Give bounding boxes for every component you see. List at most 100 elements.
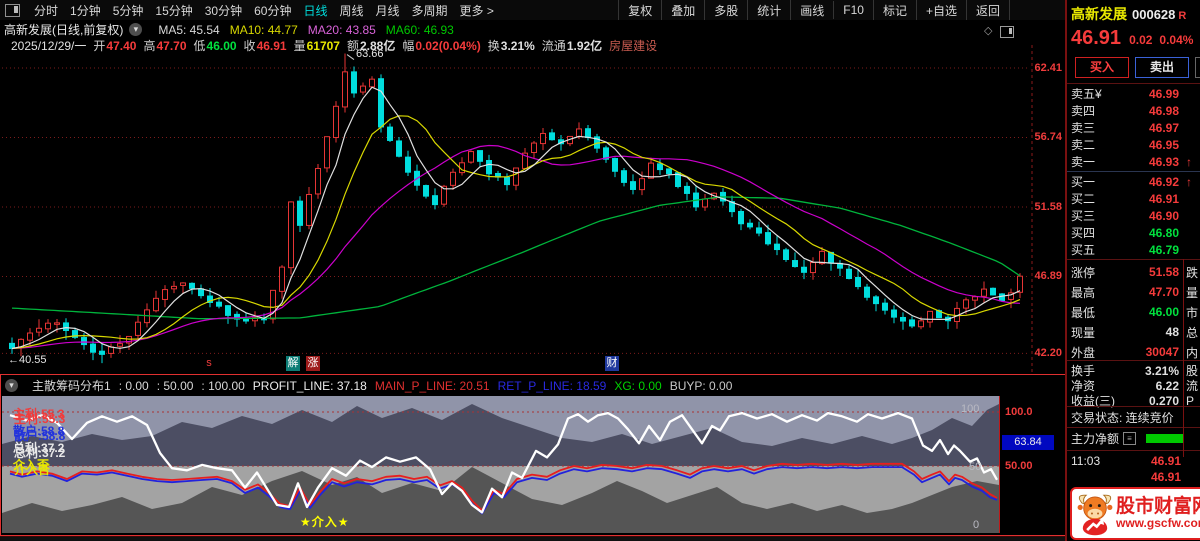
action-统计[interactable]: 统计	[747, 0, 790, 21]
main-net-flow-row: 主力净额 ≡	[1071, 430, 1185, 447]
price-axis-label: 46.89	[1034, 270, 1062, 283]
stat-next-column-cut: 内	[1186, 345, 1199, 360]
tab-多周期[interactable]: 多周期	[406, 2, 454, 20]
candle-body	[54, 322, 60, 325]
level-label: 买一	[1071, 175, 1096, 189]
tab-5分钟[interactable]: 5分钟	[107, 2, 150, 20]
candle-body	[612, 158, 618, 172]
level-price: 46.91	[1148, 191, 1179, 206]
candle-body	[792, 260, 798, 268]
candle-body	[639, 178, 645, 191]
candle-body	[666, 168, 672, 175]
candle-body	[990, 287, 996, 296]
candle-body	[333, 105, 339, 139]
tab-15分钟[interactable]: 15分钟	[149, 2, 198, 20]
candle-body	[657, 163, 663, 171]
event-marker-财[interactable]: 财	[605, 356, 619, 371]
ma-value: MA20: 43.85	[307, 22, 376, 37]
level-label: 卖四	[1071, 104, 1096, 118]
indicator-last-value-badge: 63.84	[1002, 435, 1054, 450]
indicator-pane[interactable]: ▾ 主散筹码分布1: 0.00: 50.00: 100.00 PROFIT_LIN…	[0, 374, 1066, 536]
tab-更多 >[interactable]: 更多 >	[454, 2, 500, 20]
candle-body	[450, 171, 456, 186]
diamond-icon[interactable]: ◇	[984, 24, 992, 37]
tab-日线[interactable]: 日线	[297, 2, 333, 20]
candle-body	[90, 343, 96, 353]
quote-panel: 高新发展 000628 R 46.91 0.02 0.04% 买入 卖出 卖五¥…	[1067, 0, 1200, 541]
level-price: 46.98	[1148, 103, 1179, 118]
main-candlestick-chart[interactable]	[0, 45, 1066, 372]
main-net-label: 主力净额	[1071, 432, 1120, 446]
tab-30分钟[interactable]: 30分钟	[199, 2, 248, 20]
candle-body	[423, 185, 429, 197]
split-window-icon[interactable]	[1000, 26, 1014, 38]
tab-1分钟[interactable]: 1分钟	[64, 2, 107, 20]
candle-body	[405, 156, 411, 173]
candle-body	[387, 126, 393, 141]
stat-row: 涨停 51.58 跌	[1067, 262, 1200, 282]
tab-分时[interactable]: 分时	[28, 2, 64, 20]
action-多股[interactable]: 多股	[704, 0, 747, 21]
candle-body	[198, 288, 204, 297]
level-label: 买五	[1071, 243, 1096, 257]
quote-level-row: 买四 46.80	[1067, 224, 1200, 241]
indicator-header-part: MAIN_P_LINE: 20.51	[374, 378, 490, 393]
action-+自选[interactable]: +自选	[915, 0, 966, 21]
candle-body	[702, 198, 708, 208]
action-叠加[interactable]: 叠加	[661, 0, 704, 21]
site-logo-card[interactable]: 股市财富网 www.gscfw.com	[1070, 487, 1200, 540]
net-flow-bar	[1146, 434, 1185, 443]
candle-body	[684, 185, 690, 194]
action-F10[interactable]: F10	[833, 1, 873, 19]
list-icon[interactable]: ≡	[1123, 432, 1137, 445]
indicator-overlay-label: 介入否	[13, 458, 50, 472]
more-button-stub[interactable]	[1195, 57, 1200, 78]
candle-body	[279, 266, 285, 292]
tab-60分钟[interactable]: 60分钟	[248, 2, 297, 20]
stat-value: 48	[1165, 325, 1179, 339]
stat-value: 6.22	[1155, 378, 1179, 393]
candle-body	[549, 132, 555, 141]
bull-logo-icon	[1077, 494, 1113, 536]
indicator-chart[interactable]	[2, 396, 999, 533]
up-arrow-icon: ↑	[1186, 154, 1192, 169]
candle-body	[855, 276, 861, 288]
action-画线[interactable]: 画线	[790, 0, 833, 21]
candle-body	[27, 332, 33, 341]
candle-body	[486, 160, 492, 175]
candle-body	[963, 299, 969, 309]
candle-body	[783, 249, 789, 261]
action-复权[interactable]: 复权	[618, 0, 661, 21]
event-marker-s[interactable]: s	[202, 356, 216, 371]
candle-body	[909, 319, 915, 327]
candle-body	[378, 78, 384, 128]
candle-body	[540, 132, 546, 145]
event-marker-涨[interactable]: 涨	[306, 356, 320, 371]
candle-body	[81, 337, 87, 346]
up-arrow-icon: ↑	[1186, 174, 1192, 189]
indicator-axis-separator	[999, 396, 1000, 533]
candle-body	[882, 302, 888, 311]
candle-body	[900, 316, 906, 322]
chevron-down-icon[interactable]: ▾	[5, 378, 18, 392]
window-layout-icon[interactable]	[5, 3, 20, 17]
sell-button[interactable]: 卖出	[1135, 57, 1189, 78]
margin-flag: R	[1178, 10, 1187, 22]
buy-signal-marker: ★介入★	[300, 515, 350, 529]
stat-next-column-cut: 流	[1186, 379, 1199, 393]
candle-body	[351, 71, 357, 94]
action-标记[interactable]: 标记	[872, 0, 916, 21]
stat-value: 47.70	[1148, 285, 1179, 299]
action-返回[interactable]: 返回	[965, 0, 1010, 21]
buy-button[interactable]: 买入	[1075, 57, 1129, 78]
quote-level-row: 卖四 46.98	[1067, 102, 1200, 119]
tab-周线[interactable]: 周线	[333, 2, 369, 20]
event-marker-解[interactable]: 解	[286, 356, 300, 371]
stock-header: 高新发展 000628 R	[1071, 4, 1186, 24]
candle-body	[576, 128, 582, 138]
chevron-down-icon[interactable]: ▾	[129, 23, 143, 36]
period-menubar: 分时 1分钟 5分钟 15分钟 30分钟 60分钟 日线 周线 月线 多周期 更多 > 复权 叠加 多股…	[0, 0, 1066, 21]
peak-pointer	[346, 54, 355, 60]
candle-body	[360, 85, 366, 93]
tab-月线[interactable]: 月线	[370, 2, 406, 20]
